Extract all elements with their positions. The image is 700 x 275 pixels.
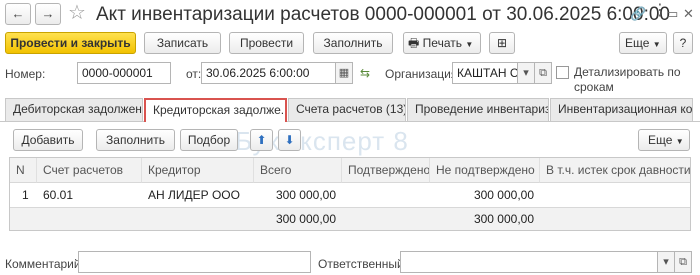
print-button[interactable]: 🖶 Печать ▼: [403, 32, 481, 54]
table-footer: 300 000,00 300 000,00: [10, 207, 690, 230]
status-icon: ⇆: [360, 66, 371, 80]
column-header-confirmed[interactable]: Подтверждено: [342, 158, 430, 183]
date-label: от:: [186, 67, 202, 81]
number-label: Номер:: [5, 67, 46, 81]
column-header-account[interactable]: Счет расчетов: [37, 158, 142, 183]
responsible-field[interactable]: [400, 251, 658, 273]
post-and-close-button[interactable]: Провести и закрыть: [5, 32, 136, 54]
printer-icon: 🖶: [408, 36, 420, 50]
responsible-label: Ответственный:: [318, 257, 408, 271]
close-icon[interactable]: ✕: [683, 6, 694, 22]
footer-unconfirmed: 300 000,00: [473, 212, 534, 226]
tab-inventory-commission[interactable]: Инвентаризационная ко...: [550, 98, 693, 121]
select-button[interactable]: Подбор: [180, 129, 238, 151]
tabs-divider: [0, 121, 700, 122]
arrow-down-icon: ⬇: [284, 133, 295, 147]
column-header-total[interactable]: Всего: [254, 158, 342, 183]
forward-button[interactable]: →: [35, 3, 61, 25]
cell-unconfirmed: 300 000,00: [473, 188, 534, 202]
column-header-n[interactable]: N: [10, 158, 37, 183]
tab-receivables[interactable]: Дебиторская задолжен...: [5, 98, 143, 121]
table-more-label: Еще: [648, 133, 673, 147]
arrow-up-icon: ⬆: [256, 133, 267, 147]
fill-table-button[interactable]: Заполнить: [96, 129, 175, 151]
dropdown-icon[interactable]: ▾: [517, 62, 535, 84]
comment-label: Комментарий:: [5, 257, 84, 271]
dropdown-icon[interactable]: ▾: [657, 251, 675, 273]
maximize-icon[interactable]: ▭: [666, 6, 678, 22]
column-header-expired[interactable]: В т.ч. истек срок давности: [540, 158, 690, 183]
print-label: Печать: [422, 36, 462, 50]
chevron-down-icon: ▼: [465, 40, 474, 49]
add-row-button[interactable]: Добавить: [13, 129, 83, 151]
link-icon[interactable]: 🔗: [630, 6, 646, 22]
star-icon[interactable]: ☆: [68, 1, 86, 25]
detail-checkbox[interactable]: [556, 66, 569, 79]
chevron-down-icon: ▼: [675, 137, 684, 146]
number-field[interactable]: 0000-000001: [77, 62, 171, 84]
chevron-down-icon: ▼: [652, 40, 661, 49]
table-row[interactable]: 1 60.01 АН ЛИДЕР ООО 300 000,00 300 000,…: [10, 184, 690, 206]
detail-label-line1: Детализировать по: [574, 65, 681, 79]
detail-label-line2: срокам: [574, 80, 614, 94]
more-label: Еще: [625, 36, 650, 50]
cell-n: 1: [22, 188, 29, 202]
cell-creditor: АН ЛИДЕР ООО: [148, 188, 240, 202]
tab-accounts[interactable]: Счета расчетов (13): [288, 98, 406, 121]
column-header-unconfirmed[interactable]: Не подтверждено: [430, 158, 540, 183]
structure-button[interactable]: ⊞: [489, 32, 515, 54]
organization-label: Организация:: [385, 67, 461, 81]
date-field[interactable]: 30.06.2025 6:00:00: [201, 62, 337, 84]
comment-field[interactable]: [78, 251, 311, 273]
move-up-button[interactable]: ⬆: [250, 129, 273, 151]
arrow-right-icon: →: [41, 6, 55, 21]
save-button[interactable]: Записать: [144, 32, 221, 54]
more-button[interactable]: Еще ▼: [619, 32, 667, 54]
post-button[interactable]: Провести: [229, 32, 304, 54]
payables-table[interactable]: N Счет расчетов Кредитор Всего Подтвержд…: [9, 157, 691, 231]
calendar-icon[interactable]: ▦: [335, 62, 353, 84]
table-more-button[interactable]: Еще ▼: [638, 129, 690, 151]
arrow-left-icon: ←: [11, 6, 25, 21]
column-header-creditor[interactable]: Кредитор: [142, 158, 254, 183]
cell-total: 300 000,00: [275, 188, 336, 202]
open-link-icon[interactable]: ⧉: [534, 62, 552, 84]
open-link-icon[interactable]: ⧉: [674, 251, 692, 273]
help-button[interactable]: ?: [673, 32, 693, 54]
footer-total: 300 000,00: [275, 212, 336, 226]
cell-account: 60.01: [43, 188, 74, 202]
tab-inventory-posting[interactable]: Проведение инвентариз...: [407, 98, 549, 121]
move-down-button[interactable]: ⬇: [278, 129, 301, 151]
fill-button[interactable]: Заполнить: [313, 32, 393, 54]
organization-field[interactable]: КАШТАН С: [452, 62, 518, 84]
tab-payables[interactable]: Кредиторская задолже...: [144, 98, 287, 122]
page-title: Акт инвентаризации расчетов 0000-000001 …: [96, 4, 670, 25]
hierarchy-icon: ⊞: [496, 36, 508, 50]
back-button[interactable]: ←: [5, 3, 31, 25]
